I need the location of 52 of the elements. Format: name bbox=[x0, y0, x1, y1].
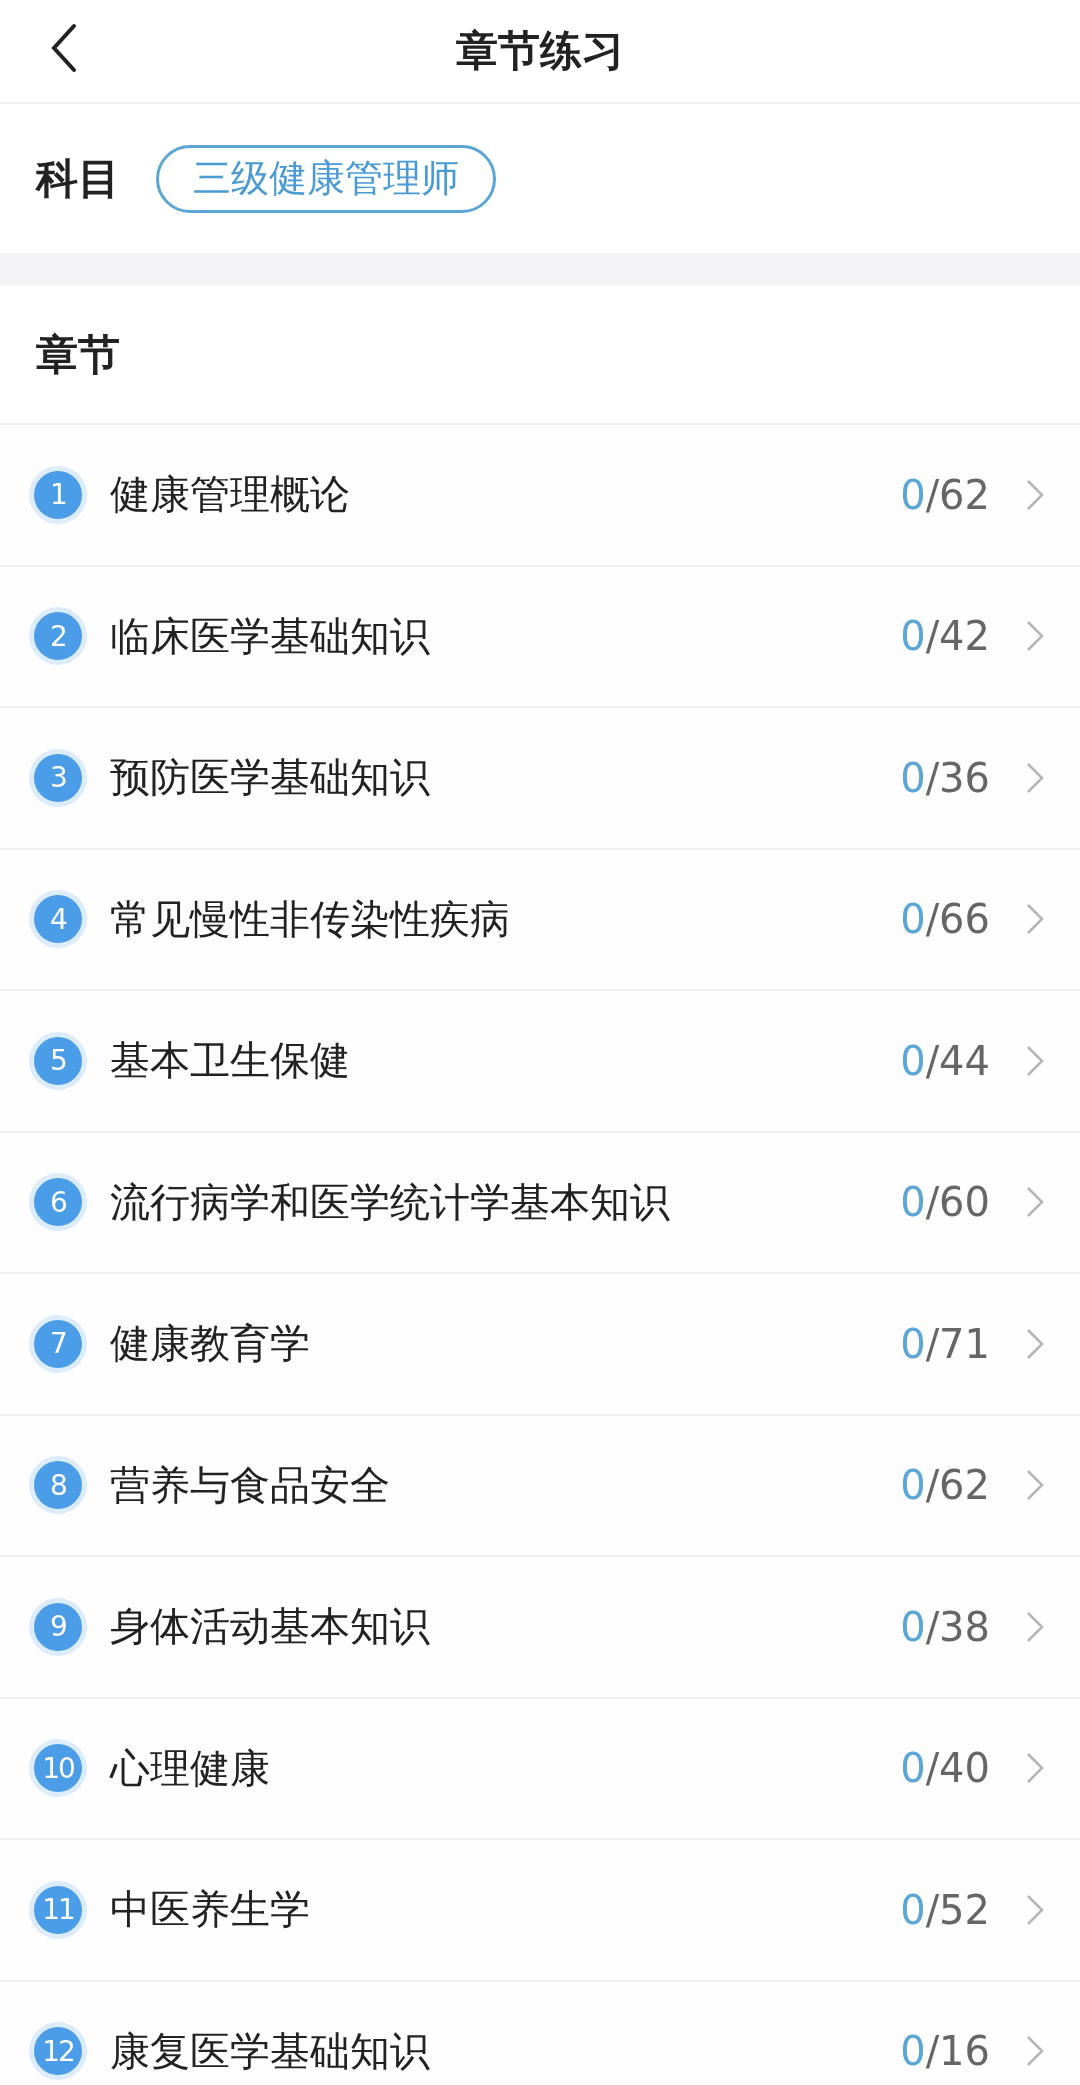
chevron-right-icon bbox=[1026, 620, 1044, 653]
subject-label: 科目 bbox=[36, 152, 120, 205]
page-title: 章节练习 bbox=[456, 25, 624, 77]
chapter-name: 心理健康 bbox=[110, 1743, 271, 1793]
total-count: /42 bbox=[925, 613, 990, 660]
done-count: 0 bbox=[900, 1320, 926, 1367]
chevron-right-icon bbox=[1026, 478, 1044, 511]
total-count: /52 bbox=[925, 1886, 990, 1933]
done-count: 0 bbox=[900, 1037, 926, 1084]
chapter-name: 流行病学和医学统计学基本知识 bbox=[110, 1177, 671, 1227]
chapter-name: 常见慢性非传染性疾病 bbox=[110, 894, 511, 944]
back-icon bbox=[50, 23, 78, 73]
chapter-name: 预防医学基础知识 bbox=[110, 753, 431, 803]
total-count: /62 bbox=[925, 471, 990, 518]
chevron-right-icon bbox=[1026, 1044, 1044, 1077]
chevron-right-icon bbox=[1026, 1186, 1044, 1219]
done-count: 0 bbox=[900, 613, 926, 660]
chevron-right-icon bbox=[1026, 1610, 1044, 1643]
total-count: /16 bbox=[925, 2028, 990, 2075]
chapter-name: 康复医学基础知识 bbox=[110, 2026, 431, 2076]
total-count: /60 bbox=[925, 1179, 990, 1226]
chevron-right-icon bbox=[1026, 1752, 1044, 1785]
total-count: /40 bbox=[925, 1745, 990, 1792]
chapter-name: 身体活动基本知识 bbox=[110, 1602, 431, 1652]
chevron-right-icon bbox=[1026, 1893, 1044, 1926]
section-heading: 章节 bbox=[36, 328, 120, 381]
chapter-name: 健康教育学 bbox=[110, 1319, 311, 1369]
done-count: 0 bbox=[900, 1462, 926, 1509]
done-count: 0 bbox=[900, 2028, 926, 2075]
total-count: /66 bbox=[925, 896, 990, 943]
total-count: /71 bbox=[925, 1320, 990, 1367]
chapter-name: 临床医学基础知识 bbox=[110, 611, 431, 661]
chevron-right-icon bbox=[1026, 903, 1044, 936]
chevron-right-icon bbox=[1026, 761, 1044, 794]
done-count: 0 bbox=[900, 471, 926, 518]
chapter-name: 基本卫生保健 bbox=[110, 1036, 351, 1086]
done-count: 0 bbox=[900, 1179, 926, 1226]
chapter-name: 健康管理概论 bbox=[110, 470, 351, 520]
total-count: /44 bbox=[925, 1037, 990, 1084]
chapter-name: 中医养生学 bbox=[110, 1885, 311, 1935]
total-count: /62 bbox=[925, 1462, 990, 1509]
chevron-right-icon bbox=[1026, 2035, 1044, 2068]
total-count: /36 bbox=[925, 754, 990, 801]
done-count: 0 bbox=[900, 1603, 926, 1650]
done-count: 0 bbox=[900, 1886, 926, 1933]
chevron-right-icon bbox=[1026, 1469, 1044, 1502]
done-count: 0 bbox=[900, 754, 926, 801]
done-count: 0 bbox=[900, 1745, 926, 1792]
chevron-right-icon bbox=[1026, 1327, 1044, 1360]
total-count: /38 bbox=[925, 1603, 990, 1650]
chapter-name: 营养与食品安全 bbox=[110, 1460, 391, 1510]
done-count: 0 bbox=[900, 896, 926, 943]
